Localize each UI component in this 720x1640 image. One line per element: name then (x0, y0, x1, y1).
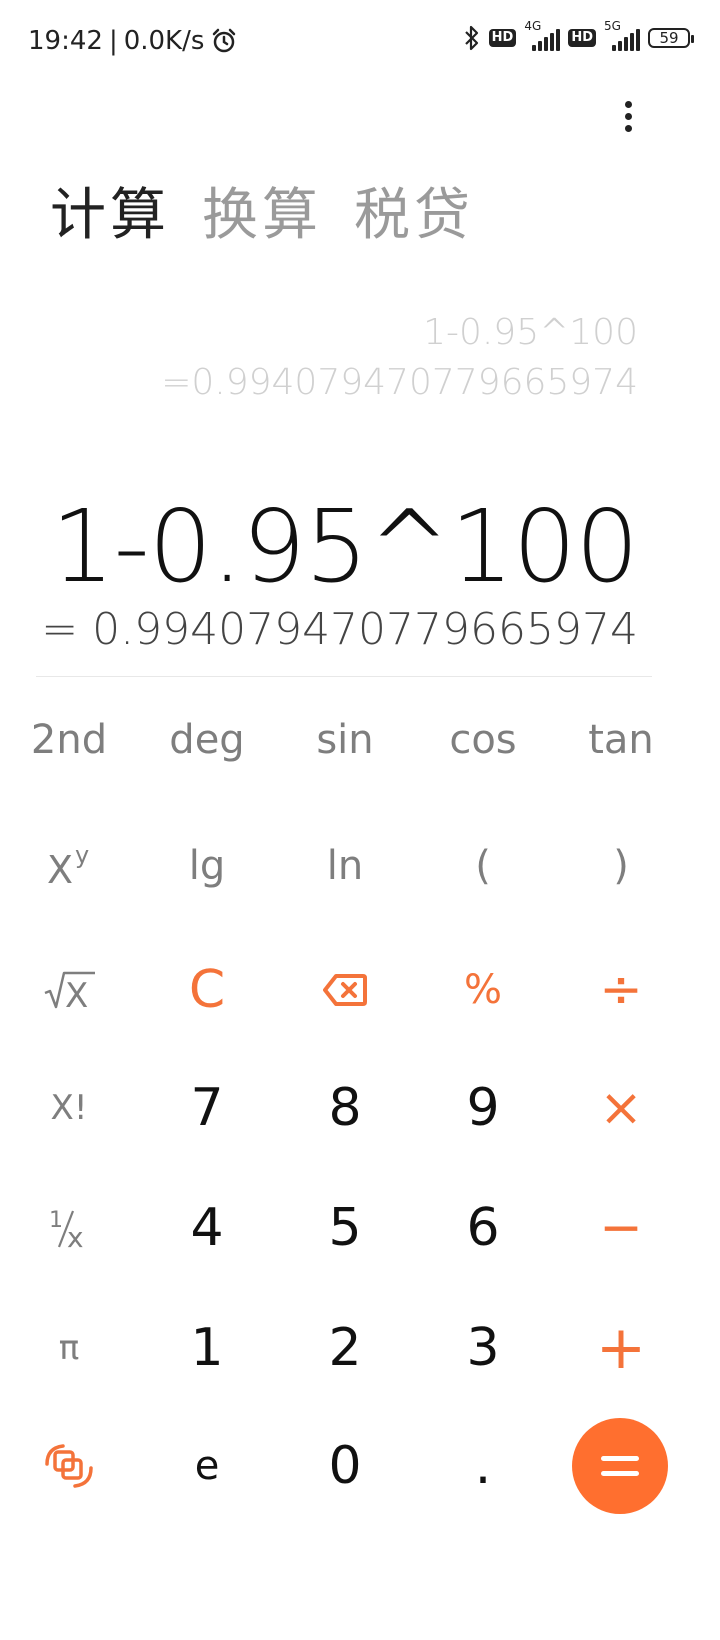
svg-text:x: x (67, 1221, 84, 1253)
network-4g-label: 4G (524, 19, 542, 33)
equals-button[interactable] (572, 1418, 668, 1514)
hd-badge: HD (488, 29, 517, 47)
battery-icon: 59 (648, 28, 694, 48)
equals-line (601, 1471, 639, 1476)
menu-dot (624, 112, 632, 120)
history-expression: 1-0.95^100 (423, 312, 638, 353)
key-5[interactable]: 5 (276, 1178, 414, 1278)
key-dot[interactable]: . (414, 1416, 552, 1516)
tab-convert[interactable]: 换算 (202, 170, 322, 251)
signal-bar (630, 33, 634, 51)
key-2[interactable]: 2 (276, 1298, 414, 1398)
key-power[interactable]: X y (0, 816, 138, 916)
status-separator: | (108, 26, 118, 56)
status-right: HD 4G HD 5G 59 (463, 19, 694, 52)
key-0[interactable]: 0 (276, 1416, 414, 1516)
sqrt-icon: X (44, 971, 95, 1015)
hd-badge: HD (568, 29, 596, 47)
net-speed: 0.0K/s (123, 26, 205, 56)
current-expression: 1-0.95^100 (50, 488, 639, 605)
key-sin[interactable]: sin (276, 690, 414, 790)
key-close-paren[interactable]: ) (552, 816, 690, 916)
svg-text:y: y (75, 841, 89, 869)
tab-calculate[interactable]: 计算 (50, 170, 170, 251)
key-divide[interactable]: ÷ (552, 940, 690, 1040)
key-7[interactable]: 7 (138, 1058, 276, 1158)
current-result: = 0.994079470779665974 (41, 604, 638, 655)
signal-bar (618, 41, 622, 51)
key-8[interactable]: 8 (276, 1058, 414, 1158)
key-clear[interactable]: C (138, 940, 276, 1040)
key-sqrt[interactable]: X (0, 940, 138, 1040)
reciprocal-icon: 1 x (49, 1208, 84, 1253)
key-deg[interactable]: deg (138, 690, 276, 790)
history-result: =0.994079470779665974 (161, 362, 638, 403)
key-percent[interactable]: % (414, 940, 552, 1040)
key-tan[interactable]: tan (552, 690, 690, 790)
equals-line (601, 1456, 639, 1461)
key-backspace[interactable] (276, 940, 414, 1040)
power-icon: X y (47, 841, 89, 891)
signal-5g: 5G (604, 19, 640, 51)
key-swap-mode[interactable] (0, 1416, 138, 1516)
equals-icon (601, 1456, 639, 1476)
bluetooth-icon (464, 25, 478, 51)
alarm-icon (213, 28, 236, 53)
backspace-icon (323, 974, 367, 1006)
signal-bar (612, 45, 616, 51)
key-2nd[interactable]: 2nd (0, 690, 138, 790)
key-cos[interactable]: cos (414, 690, 552, 790)
signal-bar (532, 45, 537, 51)
key-pi[interactable]: π (0, 1298, 138, 1398)
signal-4g: 4G (524, 19, 561, 51)
key-multiply[interactable]: × (552, 1058, 690, 1158)
status-left: 19:42 | 0.0K/s (28, 26, 238, 56)
key-minus[interactable]: − (552, 1178, 690, 1278)
menu-dot (624, 124, 632, 132)
signal-bar (538, 41, 543, 51)
key-open-paren[interactable]: ( (414, 816, 552, 916)
key-3[interactable]: 3 (414, 1298, 552, 1398)
key-plus[interactable]: + (552, 1298, 690, 1398)
key-6[interactable]: 6 (414, 1178, 552, 1278)
key-9[interactable]: 9 (414, 1058, 552, 1158)
svg-text:X: X (65, 976, 88, 1015)
key-ln[interactable]: ln (276, 816, 414, 916)
menu-dot (624, 100, 632, 108)
signal-bar (544, 37, 549, 51)
key-1[interactable]: 1 (138, 1298, 276, 1398)
key-lg[interactable]: lg (138, 816, 276, 916)
clock: 19:42 (28, 26, 103, 56)
key-4[interactable]: 4 (138, 1178, 276, 1278)
network-5g-label: 5G (604, 19, 621, 33)
signal-bar (636, 29, 640, 51)
signal-bar (550, 33, 555, 51)
mode-tabs: 计算 换算 税贷 (50, 170, 474, 251)
swap-mode-icon (45, 1444, 93, 1488)
signal-bar (624, 37, 628, 51)
key-reciprocal[interactable]: 1 x (0, 1178, 138, 1278)
history-entry[interactable]: 1-0.95^100 =0.994079470779665974 (161, 308, 638, 408)
svg-text:X: X (47, 848, 73, 891)
key-e[interactable]: e (138, 1416, 276, 1516)
display-divider (36, 676, 652, 677)
svg-text:1: 1 (49, 1208, 63, 1233)
key-factorial[interactable]: X! (0, 1058, 138, 1158)
more-vertical-icon[interactable] (616, 96, 640, 136)
tab-tax-loan[interactable]: 税贷 (354, 170, 474, 251)
status-bar: 19:42 | 0.0K/s HD 4G HD 5G 59 (0, 0, 720, 90)
battery-level: 59 (659, 29, 679, 47)
signal-bar (556, 29, 561, 51)
